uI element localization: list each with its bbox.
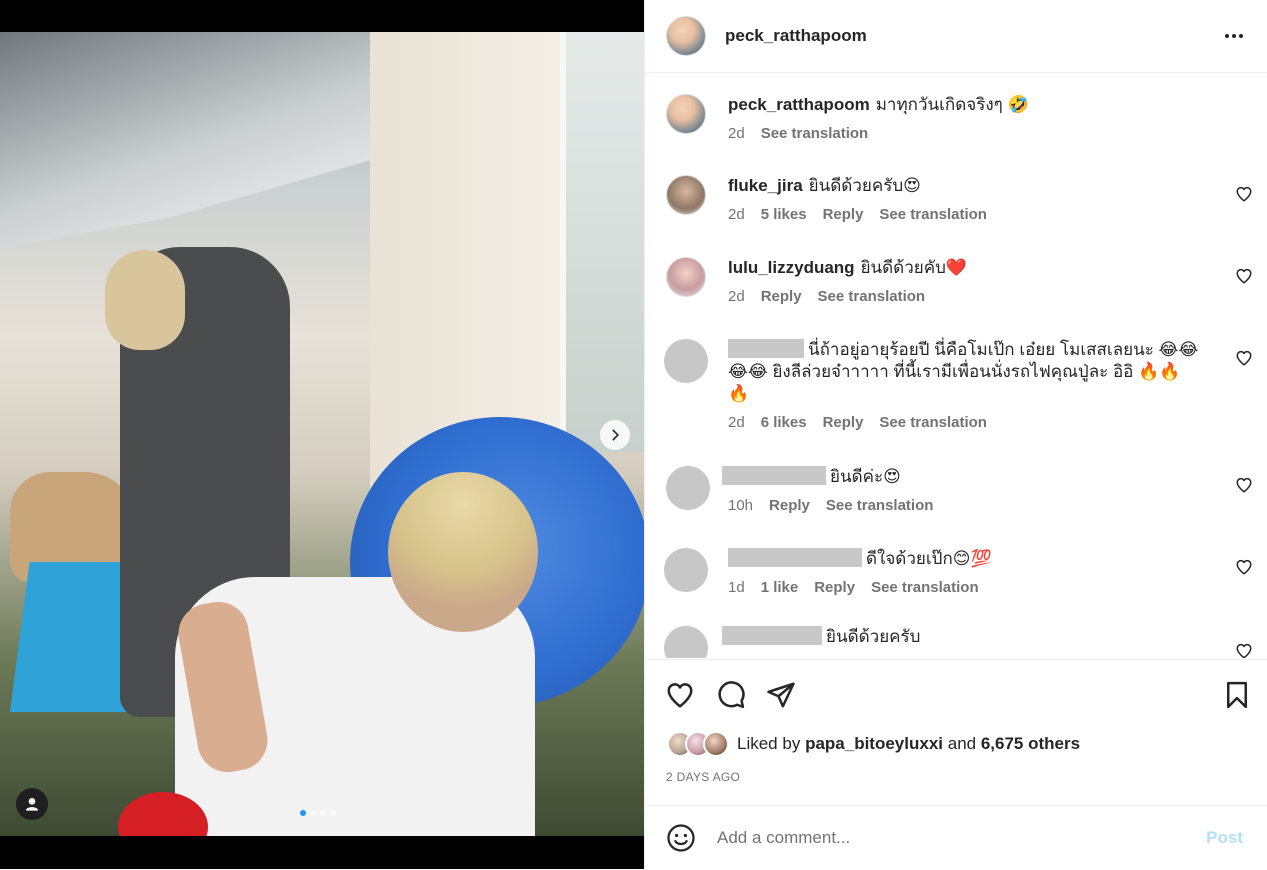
- comment-time[interactable]: 10h: [728, 497, 753, 514]
- comment-username[interactable]: lulu_lizzyduang: [728, 258, 855, 277]
- share-icon[interactable]: [766, 680, 796, 710]
- reply-button[interactable]: Reply: [823, 206, 864, 223]
- post-detail-panel: peck_ratthapoom peck_ratthapoom มาทุกวันเ…: [644, 0, 1267, 869]
- avatar: [703, 731, 729, 757]
- caption-text: มาทุกวันเกิดจริงๆ 🤣: [875, 95, 1029, 114]
- see-translation-link[interactable]: See translation: [879, 414, 987, 431]
- comment-likes[interactable]: 1 like: [761, 579, 799, 596]
- comment-time[interactable]: 2d: [728, 288, 745, 305]
- heart-icon[interactable]: [1235, 349, 1253, 367]
- comment-text: ยินดีด้วยครับ😍: [808, 176, 921, 195]
- see-translation-link[interactable]: See translation: [826, 497, 934, 514]
- author-username[interactable]: peck_ratthapoom: [725, 26, 867, 46]
- carousel-indicator: [300, 810, 336, 816]
- caption-username[interactable]: peck_ratthapoom: [728, 95, 870, 114]
- add-comment-bar: Post: [645, 805, 1267, 870]
- comment-icon[interactable]: [716, 680, 746, 710]
- likes-count[interactable]: 6,675 others: [981, 734, 1080, 753]
- comment-text: ดีใจด้วยเป๊ก😊💯: [866, 549, 992, 568]
- see-translation-link[interactable]: See translation: [879, 206, 987, 223]
- liker-avatars[interactable]: [667, 731, 729, 757]
- avatar[interactable]: [664, 548, 708, 592]
- post-comment-button[interactable]: Post: [1200, 827, 1249, 849]
- heart-icon[interactable]: [1235, 642, 1253, 658]
- comment-text: 🔥: [728, 384, 750, 403]
- more-horizontal-icon: [1225, 34, 1243, 38]
- user-icon: [26, 798, 38, 811]
- reply-button[interactable]: Reply: [761, 288, 802, 305]
- avatar[interactable]: [666, 257, 706, 297]
- likes-text: Liked by papa_bitoeyluxxi and 6,675 othe…: [737, 734, 1081, 753]
- comment-time[interactable]: 2d: [728, 125, 745, 142]
- chevron-right-icon: [612, 429, 619, 441]
- heart-icon[interactable]: [1235, 267, 1253, 285]
- redacted-username: [722, 466, 826, 485]
- more-options-button[interactable]: [1222, 24, 1246, 48]
- carousel-dot: [320, 810, 326, 816]
- carousel-dot: [310, 810, 316, 816]
- heart-icon[interactable]: [1235, 476, 1253, 494]
- heart-icon[interactable]: [1235, 185, 1253, 203]
- post-media: [0, 0, 644, 869]
- redacted-username: [728, 339, 804, 358]
- redacted-username: [728, 548, 862, 567]
- avatar[interactable]: [666, 175, 706, 215]
- emoji-icon[interactable]: [666, 823, 696, 853]
- carousel-dot: [300, 810, 306, 816]
- comment-text: 😂😂 ยิงลีล่วยจ๋าาาาา ที่นี้เรามีเพื่อนนั่…: [728, 362, 1181, 381]
- carousel-next-button[interactable]: [600, 420, 630, 450]
- avatar[interactable]: [666, 16, 706, 56]
- comment-time[interactable]: 2d: [728, 414, 745, 431]
- reply-button[interactable]: Reply: [769, 497, 810, 514]
- comment-text: นี่ถ้าอยู่อายุร้อยปี นี่คือโมเป๊ก เอ๋ยย …: [808, 340, 1199, 359]
- heart-icon[interactable]: [665, 680, 695, 710]
- post-photo[interactable]: [0, 32, 644, 836]
- see-translation-link[interactable]: See translation: [871, 579, 979, 596]
- tagged-users-button[interactable]: [16, 788, 48, 820]
- comment-time[interactable]: 1d: [728, 579, 745, 596]
- heart-icon[interactable]: [1235, 558, 1253, 576]
- avatar[interactable]: [666, 466, 710, 510]
- post-header: peck_ratthapoom: [645, 0, 1267, 73]
- comment-input[interactable]: [715, 827, 1189, 849]
- comments-list[interactable]: peck_ratthapoom มาทุกวันเกิดจริงๆ 🤣 2d Se…: [645, 73, 1267, 658]
- comment-text: ยินดีด้วยครับ: [826, 627, 921, 646]
- post-date[interactable]: 2 DAYS AGO: [666, 770, 740, 784]
- see-translation-link[interactable]: See translation: [761, 125, 869, 142]
- see-translation-link[interactable]: See translation: [818, 288, 926, 305]
- avatar[interactable]: [664, 626, 708, 658]
- carousel-dot: [330, 810, 336, 816]
- likes-summary: Liked by papa_bitoeyluxxi and 6,675 othe…: [667, 731, 1080, 757]
- comment-text: ยินดีด้วยคับ❤️: [860, 258, 968, 277]
- liker-username[interactable]: papa_bitoeyluxxi: [805, 734, 943, 753]
- reply-button[interactable]: Reply: [823, 414, 864, 431]
- redacted-username: [722, 626, 822, 645]
- comment-text: ยินดีค่ะ😍: [830, 467, 901, 486]
- post-actions: Liked by papa_bitoeyluxxi and 6,675 othe…: [645, 659, 1267, 806]
- avatar[interactable]: [664, 339, 708, 383]
- comment-time[interactable]: 2d: [728, 206, 745, 223]
- comment-username[interactable]: fluke_jira: [728, 176, 803, 195]
- comment-likes[interactable]: 6 likes: [761, 414, 807, 431]
- reply-button[interactable]: Reply: [814, 579, 855, 596]
- comment-likes[interactable]: 5 likes: [761, 206, 807, 223]
- bookmark-icon[interactable]: [1222, 680, 1252, 710]
- avatar[interactable]: [666, 94, 706, 134]
